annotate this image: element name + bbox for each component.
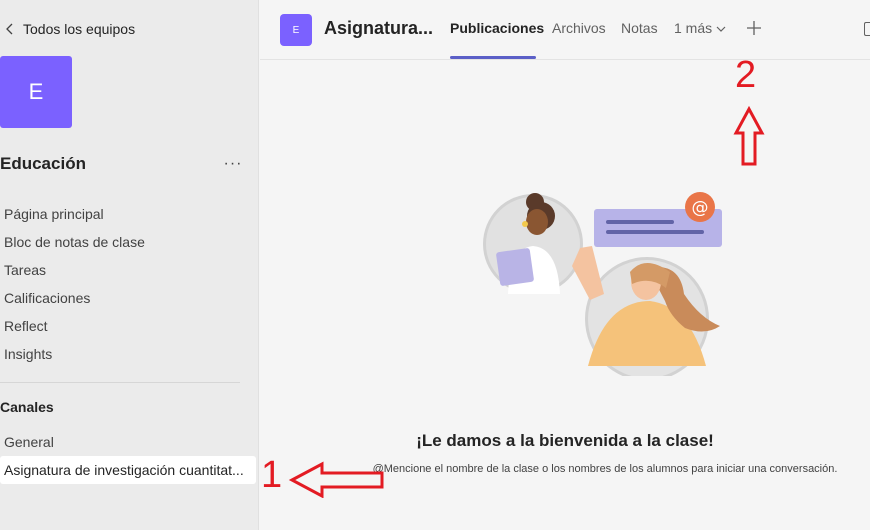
meet-icon[interactable] (864, 22, 870, 36)
annotation-number-1: 1 (261, 454, 283, 496)
back-label: Todos los equipos (23, 21, 136, 37)
tab-posts[interactable]: Publicaciones (450, 20, 544, 36)
nav-item-class-notebook[interactable]: Bloc de notas de clase (0, 228, 255, 256)
chevron-down-icon (716, 20, 726, 36)
team-nav-list: Página principal Bloc de notas de clase … (0, 200, 255, 368)
tab-more[interactable]: 1 más (674, 20, 726, 36)
channel-avatar: E (280, 14, 312, 46)
channel-item-general[interactable]: General (0, 428, 256, 456)
sidebar-divider (0, 382, 240, 383)
tab-notes[interactable]: Notas (621, 20, 658, 36)
channel-header: E Asignatura... Publicaciones Archivos N… (260, 0, 870, 60)
welcome-illustration: @ (483, 192, 722, 376)
nav-item-grades[interactable]: Calificaciones (0, 284, 255, 312)
annotation-arrow-up-icon (733, 106, 765, 166)
tab-more-label: 1 más (674, 20, 713, 36)
nav-item-reflect[interactable]: Reflect (0, 312, 255, 340)
plus-icon (747, 21, 761, 35)
more-options-icon[interactable]: ··· (222, 153, 244, 175)
tab-files[interactable]: Archivos (552, 20, 606, 36)
chevron-left-icon (0, 19, 20, 39)
annotation-arrow-left-icon (288, 461, 384, 498)
team-avatar[interactable]: E (0, 56, 72, 128)
channel-title: Asignatura... (324, 18, 434, 38)
team-name: Educación (0, 154, 86, 173)
sidebar: Todos los equipos E Educación ··· Página… (0, 0, 259, 530)
add-tab-button[interactable] (744, 18, 764, 38)
channel-item-research[interactable]: Asignatura de investigación cuantitat... (0, 456, 256, 484)
back-to-all-teams-link[interactable]: Todos los equipos (0, 18, 135, 40)
active-tab-indicator (450, 56, 536, 59)
nav-item-home[interactable]: Página principal (0, 200, 255, 228)
channel-list: General Asignatura de investigación cuan… (0, 428, 256, 484)
annotation-number-2: 2 (735, 54, 757, 96)
channels-header: Canales (0, 399, 54, 415)
nav-item-assignments[interactable]: Tareas (0, 256, 255, 284)
svg-text:@: @ (692, 198, 709, 218)
nav-item-insights[interactable]: Insights (0, 340, 255, 368)
welcome-title: ¡Le damos a la bienvenida a la clase! (416, 431, 714, 450)
